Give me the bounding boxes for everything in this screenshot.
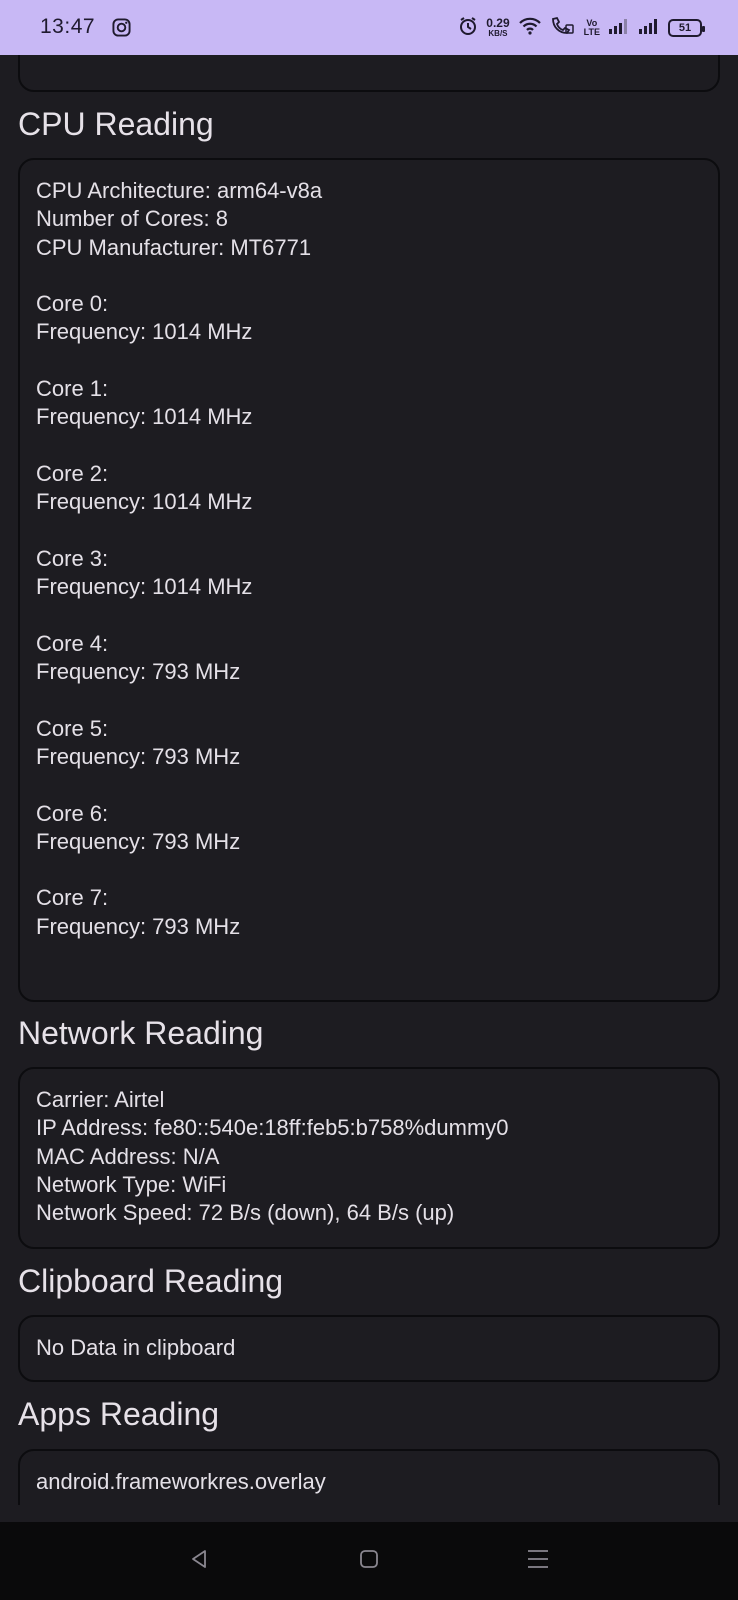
net-speed-unit: KB/S <box>488 29 508 38</box>
volte-bottom: LTE <box>583 27 600 37</box>
alarm-icon <box>458 16 478 41</box>
network-reading-text: Carrier: Airtel IP Address: fe80::540e:1… <box>36 1087 509 1226</box>
clipboard-card: No Data in clipboard <box>18 1315 720 1382</box>
instagram-icon <box>112 18 131 42</box>
wifi-calling-icon <box>550 16 576 41</box>
status-time: 13:47 <box>40 15 96 38</box>
status-bar: 13:47 0.29 KB/S Vo LTE 51 <box>0 0 738 55</box>
signal-icon <box>608 17 630 40</box>
signal-icon <box>638 17 660 40</box>
wifi-icon <box>518 16 542 41</box>
battery-level: 51 <box>678 22 692 34</box>
clipboard-section-title: Clipboard Reading <box>18 1263 284 1299</box>
cpu-card: CPU Architecture: arm64-v8a Number of Co… <box>18 158 720 1002</box>
network-card: Carrier: Airtel IP Address: fe80::540e:1… <box>18 1067 720 1249</box>
cpu-section-title: CPU Reading <box>18 106 214 142</box>
recents-icon[interactable] <box>523 1544 553 1574</box>
apps-section-title: Apps Reading <box>18 1396 220 1432</box>
navigation-bar <box>0 1522 738 1600</box>
network-section-title: Network Reading <box>18 1015 264 1051</box>
apps-card: android.frameworkres.overlay <box>18 1449 720 1505</box>
net-speed-value: 0.29 <box>486 16 510 30</box>
clipboard-reading-text: No Data in clipboard <box>36 1335 236 1360</box>
net-speed: 0.29 KB/S <box>486 16 510 38</box>
previous-card <box>18 55 720 92</box>
battery-icon: 51 <box>668 19 705 37</box>
apps-reading-text: android.frameworkres.overlay <box>36 1469 326 1494</box>
status-icons: 0.29 KB/S Vo LTE 51 <box>458 14 705 42</box>
readings-scroll-view[interactable]: CPU Reading CPU Architecture: arm64-v8a … <box>0 55 738 1505</box>
volte-indicator: Vo LTE <box>584 19 600 37</box>
cpu-reading-text: CPU Architecture: arm64-v8a Number of Co… <box>36 178 323 939</box>
home-icon[interactable] <box>354 1544 384 1574</box>
back-icon[interactable] <box>184 1544 214 1574</box>
